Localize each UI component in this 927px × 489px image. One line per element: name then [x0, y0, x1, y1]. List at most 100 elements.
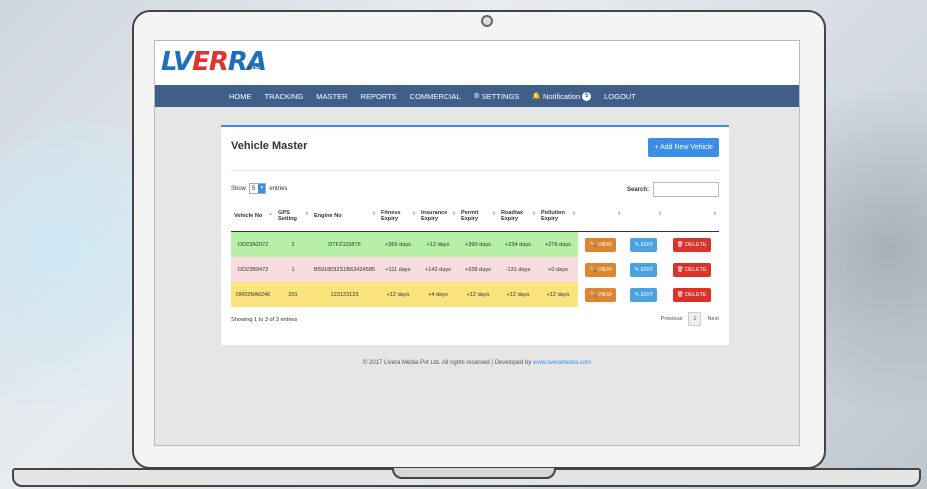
entries-select[interactable]: 5 ▾: [249, 183, 267, 194]
sort-icon: ⬍: [451, 211, 456, 217]
entries-label: entries: [269, 185, 288, 192]
edit-button[interactable]: ✎ EDIT: [630, 287, 658, 302]
table-row: OD23B9472 1 B5918032S1B63424585 +111 day…: [231, 257, 719, 282]
col-header-pollution-expiry[interactable]: Pollution Expiry ⬍: [537, 201, 578, 232]
previous-page-button[interactable]: Previous: [661, 316, 683, 322]
col-header-roadtax-expiry[interactable]: Roadtax Expiry ⬍: [497, 201, 538, 232]
table-row: OR02BA6246 201 123123123 +12 days +4 day…: [231, 282, 719, 307]
col-header-vehicle-no[interactable]: Vehicle No ▲: [231, 201, 275, 232]
col-header-engine-no[interactable]: Engine No ⬍: [311, 201, 378, 232]
next-page-button[interactable]: Next: [707, 316, 719, 322]
col-header-gps-setting[interactable]: GPS Setting ⬍: [275, 201, 311, 232]
entries-select-value: 5: [252, 185, 256, 192]
laptop-notch: [392, 468, 556, 479]
nav-reports[interactable]: REPORTS: [361, 92, 397, 101]
header-label: Insurance Expiry: [420, 210, 448, 222]
notification-count-badge: 5: [582, 91, 592, 101]
col-header-fitness-expiry[interactable]: Fitness Expiry ⬍: [377, 201, 418, 232]
nav-home[interactable]: HOME: [229, 92, 252, 101]
trash-icon: 🗑: [676, 291, 684, 298]
sort-icon: ⬍: [371, 211, 376, 217]
cell-roadtax-expiry: -131 days: [497, 257, 538, 282]
header-label: Permit Expiry: [460, 210, 479, 222]
delete-button[interactable]: 🗑 DELETE: [672, 262, 711, 277]
sort-icon: ⬍: [712, 211, 717, 217]
search-label: Search:: [626, 186, 649, 193]
cell-vehicle-no: OD23B9472: [231, 257, 275, 282]
cell-insurance-expiry: +12 days: [417, 231, 458, 257]
footer: © 2017 Livera Media Pvt Ltd. All rights …: [155, 360, 799, 366]
logo-part: RA: [227, 47, 267, 77]
table-header-row: Vehicle No ▲ GPS Setting ⬍ Engine No ⬍ Fitn…: [231, 201, 719, 232]
nav-commercial[interactable]: COMMERCIAL: [410, 92, 461, 101]
cell-edit: ✎ EDIT: [623, 231, 665, 257]
page-1-button[interactable]: 1: [688, 312, 702, 326]
camera-icon: [481, 15, 493, 27]
nav-tracking[interactable]: TRACKING: [265, 92, 304, 101]
trash-icon: 🗑: [676, 266, 684, 273]
cell-gps-setting: 2: [275, 231, 311, 257]
vehicle-master-panel: Vehicle Master + Add New Vehicle Show 5 …: [221, 125, 729, 345]
footer-link[interactable]: www.liveramedia.com: [533, 360, 591, 366]
header-label: Vehicle No: [234, 213, 263, 219]
edit-label: EDIT: [640, 291, 654, 298]
header-label: GPS Setting: [278, 210, 297, 222]
cell-engine-no: DTFZ115876: [311, 231, 378, 257]
cell-gps-setting: 1: [275, 257, 311, 282]
cell-permit-expiry: +390 days: [457, 231, 498, 257]
pencil-icon: ✎: [634, 241, 640, 248]
cell-fitness-expiry: +356 days: [377, 231, 418, 257]
cell-delete: 🗑 DELETE: [664, 257, 719, 282]
view-button[interactable]: 🔍 VIEW: [585, 287, 616, 302]
livera-logo[interactable]: LVERRA: [161, 47, 267, 77]
add-new-vehicle-button[interactable]: + Add New Vehicle: [648, 138, 719, 157]
trash-icon: 🗑: [676, 241, 684, 248]
chevron-down-icon: ▾: [258, 184, 266, 193]
sort-icon: ⬍: [411, 211, 416, 217]
nav-notifications-label: Notification: [543, 91, 581, 101]
col-header-permit-expiry[interactable]: Permit Expiry ⬍: [457, 201, 498, 232]
view-button[interactable]: 🔍 VIEW: [585, 262, 616, 277]
nav-master[interactable]: MASTER: [316, 92, 347, 101]
edit-button[interactable]: ✎ EDIT: [630, 262, 658, 277]
col-header-view[interactable]: ⬍: [577, 201, 624, 232]
cell-pollution-expiry: +12 days: [537, 282, 578, 307]
bell-icon: 🔔: [532, 93, 542, 100]
cell-roadtax-expiry: +234 days: [497, 231, 538, 257]
col-header-insurance-expiry[interactable]: Insurance Expiry ⬍: [417, 201, 458, 232]
vehicle-table: Vehicle No ▲ GPS Setting ⬍ Engine No ⬍ Fitn…: [231, 201, 719, 307]
cell-view: 🔍 VIEW: [577, 231, 624, 257]
page-title: Vehicle Master: [231, 140, 308, 152]
col-header-edit[interactable]: ⬍: [623, 201, 665, 232]
laptop-screen: LVERRA TRACK HOME TRACKING MASTER REPORT…: [154, 40, 800, 446]
cell-roadtax-expiry: +12 days: [497, 282, 538, 307]
cell-permit-expiry: +938 days: [457, 257, 498, 282]
search-input[interactable]: [653, 182, 719, 197]
nav-notifications[interactable]: 🔔 Notification 5: [532, 91, 592, 101]
cell-vehicle-no: OD23A2072: [231, 231, 275, 257]
search-icon: 🔍: [589, 291, 597, 298]
delete-button[interactable]: 🗑 DELETE: [672, 237, 711, 252]
cell-edit: ✎ EDIT: [623, 257, 665, 282]
view-label: VIEW: [597, 266, 612, 273]
header-label: Roadtax Expiry: [500, 210, 524, 222]
nav-settings[interactable]: ⚙ SETTINGS: [474, 92, 520, 101]
edit-button[interactable]: ✎ EDIT: [630, 237, 658, 252]
divider: [231, 170, 719, 171]
view-button[interactable]: 🔍 VIEW: [585, 237, 616, 252]
view-label: VIEW: [597, 291, 612, 298]
col-header-delete[interactable]: ⬍: [664, 201, 719, 232]
delete-button[interactable]: 🗑 DELETE: [672, 287, 711, 302]
cell-insurance-expiry: +4 days: [417, 282, 458, 307]
nav-logout[interactable]: LOGOUT: [604, 92, 636, 101]
logo-subtitle: TRACK: [247, 65, 261, 70]
edit-label: EDIT: [640, 266, 654, 273]
logo-part: LV: [161, 47, 193, 77]
logo-part: ER: [192, 47, 229, 77]
entries-length-control: Show 5 ▾ entries: [231, 183, 287, 194]
cell-edit: ✎ EDIT: [623, 282, 665, 307]
header-label: Engine No: [314, 213, 342, 219]
cell-engine-no: B5918032S1B63424585: [311, 257, 378, 282]
cell-delete: 🗑 DELETE: [664, 282, 719, 307]
header-label: Fitness Expiry: [380, 210, 401, 222]
